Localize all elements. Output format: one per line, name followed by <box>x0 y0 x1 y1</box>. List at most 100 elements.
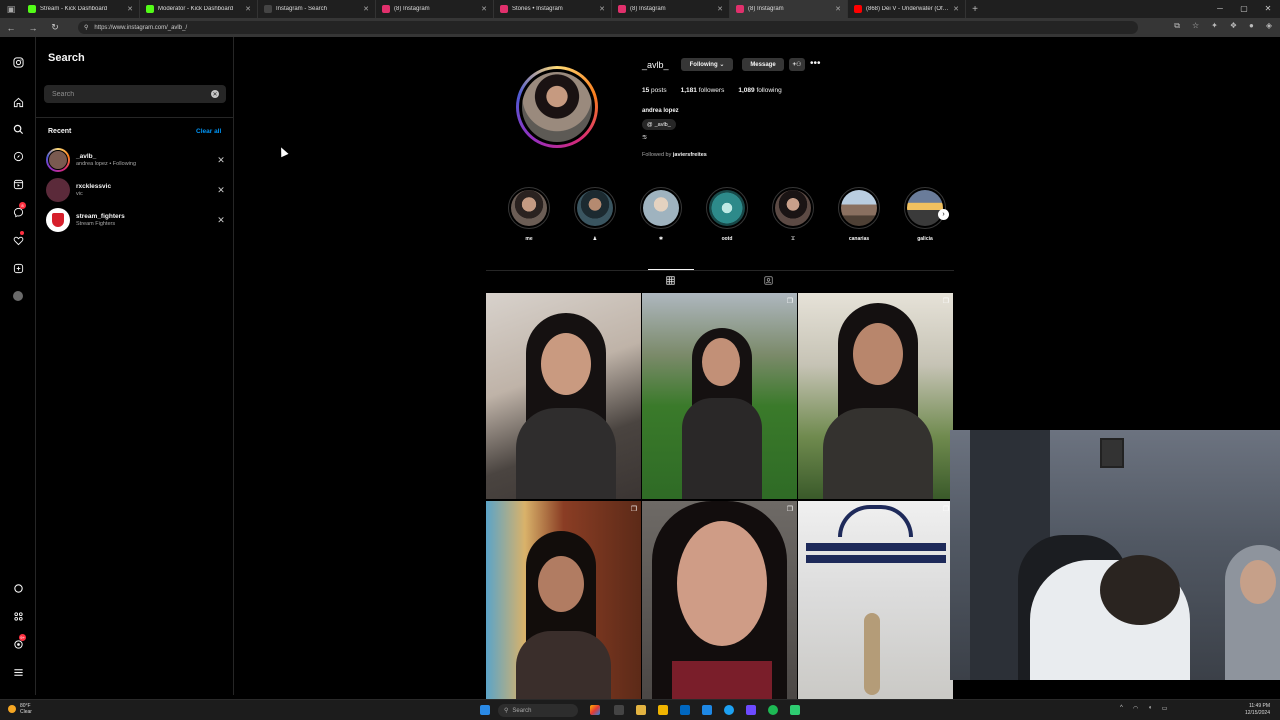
extensions-icon[interactable]: ✦ <box>1211 21 1218 31</box>
store-icon[interactable] <box>680 705 690 715</box>
browser-tab-bar: ▣ Stream - Kick Dashboard ✕ Moderator - Ki… <box>0 0 1280 18</box>
recent-item[interactable]: _avlb_ andrea lopez • Following ✕ <box>46 146 226 174</box>
forward-icon[interactable]: → <box>22 23 44 33</box>
app-icon[interactable] <box>702 705 712 715</box>
messages-icon[interactable]: 8 <box>11 202 26 219</box>
tab-close-icon[interactable]: ✕ <box>953 5 959 13</box>
suggest-people-icon[interactable]: +⚇ <box>789 58 805 71</box>
spotify-icon[interactable] <box>768 705 778 715</box>
profile-full-name: andrea lopez <box>642 108 679 114</box>
start-icon[interactable] <box>480 705 490 715</box>
profile-avatar-icon[interactable]: ● <box>1249 21 1254 31</box>
file-explorer-icon[interactable] <box>636 705 646 715</box>
browser-tab[interactable]: (8) Instagram ✕ <box>730 0 848 18</box>
highlights-next-icon[interactable]: › <box>938 209 949 220</box>
meta-notification-icon[interactable]: 9+ <box>11 634 26 651</box>
wifi-icon[interactable]: ◠ <box>1133 705 1138 712</box>
browser-tab[interactable]: (8) Instagram ✕ <box>376 0 494 18</box>
create-icon[interactable] <box>11 261 25 275</box>
tab-close-icon[interactable]: ✕ <box>481 5 487 13</box>
taskbar-search-label: Search <box>512 707 532 714</box>
bookmark-star-icon[interactable]: ☆ <box>1192 21 1199 31</box>
url-field[interactable]: ⚲ https://www.instagram.com/_avlb_/ <box>78 21 1138 34</box>
message-button[interactable]: Message <box>742 58 784 71</box>
tagged-tab-icon[interactable] <box>764 276 773 287</box>
reload-icon[interactable]: ↻ <box>44 22 66 33</box>
threads-icon[interactable] <box>11 581 25 595</box>
close-window-icon[interactable]: ✕ <box>1256 0 1280 18</box>
app-icon[interactable] <box>746 705 756 715</box>
posts-grid-tab-icon[interactable] <box>666 276 675 287</box>
tab-close-icon[interactable]: ✕ <box>599 5 605 13</box>
weather-widget[interactable]: 80°F Clear <box>8 703 32 715</box>
open-in-app-icon[interactable]: ⧉ <box>1174 21 1180 31</box>
remove-recent-icon[interactable]: ✕ <box>216 185 226 196</box>
battery-icon[interactable]: ▭ <box>1162 705 1168 712</box>
task-view-icon[interactable] <box>614 705 624 715</box>
following-button[interactable]: Following ⌄ <box>681 58 733 71</box>
browser-tab[interactable]: (868) Dei V - Underwater (Offici ✕ <box>848 0 966 18</box>
browser-tab[interactable]: Instagram - Search ✕ <box>258 0 376 18</box>
post-thumbnail[interactable]: ❐ <box>798 501 953 707</box>
story-highlight[interactable]: ♊ <box>772 187 814 242</box>
remove-recent-icon[interactable]: ✕ <box>216 215 226 226</box>
search-icon[interactable] <box>11 122 25 136</box>
clock[interactable]: 11:49 PM 12/15/2024 <box>1245 703 1270 717</box>
tab-actions-icon[interactable]: ▣ <box>0 0 22 18</box>
browser-tab[interactable]: Stories • Instagram ✕ <box>494 0 612 18</box>
threads-badge[interactable]: @ _avlb_ <box>642 119 676 130</box>
remove-recent-icon[interactable]: ✕ <box>216 155 226 166</box>
following-stat[interactable]: 1,089 following <box>738 87 781 94</box>
tab-close-icon[interactable]: ✕ <box>717 5 723 13</box>
post-thumbnail[interactable] <box>486 293 641 499</box>
reels-icon[interactable] <box>11 177 25 191</box>
home-icon[interactable] <box>11 95 25 109</box>
profile-icon[interactable] <box>11 289 25 303</box>
site-info-icon[interactable]: ⚲ <box>84 24 88 31</box>
maximize-icon[interactable]: ▢ <box>1232 0 1256 18</box>
taskbar-search[interactable]: ⚲ Search <box>498 704 578 717</box>
recent-item[interactable]: stream_fighters Stream Fighters ✕ <box>46 206 226 234</box>
explore-icon[interactable] <box>11 149 25 163</box>
tab-close-icon[interactable]: ✕ <box>363 5 369 13</box>
app-icon[interactable] <box>790 705 800 715</box>
profile-avatar[interactable] <box>516 66 598 148</box>
story-highlight[interactable]: canarias <box>838 187 880 242</box>
tab-close-icon[interactable]: ✕ <box>245 5 251 13</box>
instagram-icon[interactable] <box>11 55 25 69</box>
recent-item[interactable]: rxcklessvic vic ✕ <box>46 176 226 204</box>
clear-search-icon[interactable]: ✕ <box>211 90 219 98</box>
story-highlight[interactable]: ootd <box>706 187 748 242</box>
post-thumbnail[interactable]: ❐ <box>642 293 797 499</box>
browser-tab[interactable]: Stream - Kick Dashboard ✕ <box>22 0 140 18</box>
story-highlight[interactable]: me <box>508 187 550 242</box>
copilot-taskbar-icon[interactable] <box>590 705 600 715</box>
following-label: following <box>756 87 782 94</box>
more-icon[interactable] <box>11 665 25 679</box>
post-thumbnail[interactable]: ❐ <box>486 501 641 707</box>
copilot-icon[interactable]: ◈ <box>1266 21 1272 31</box>
notifications-icon[interactable] <box>11 231 25 247</box>
edge-icon[interactable] <box>724 705 734 715</box>
browser-tab[interactable]: (8) Instagram ✕ <box>612 0 730 18</box>
folder-icon[interactable] <box>658 705 668 715</box>
tray-chevron-icon[interactable]: ^ <box>1120 705 1123 712</box>
volume-icon[interactable]: ◖ <box>1148 705 1152 712</box>
search-input[interactable] <box>44 85 226 103</box>
tab-close-icon[interactable]: ✕ <box>127 5 133 13</box>
browser-tab[interactable]: Moderator - Kick Dashboard ✕ <box>140 0 258 18</box>
new-tab-button[interactable]: + <box>966 4 984 15</box>
tab-close-icon[interactable]: ✕ <box>835 5 841 13</box>
back-icon[interactable]: ← <box>0 23 22 33</box>
followed-by[interactable]: Followed by javiersfreites <box>642 152 707 158</box>
clear-all-button[interactable]: Clear all <box>196 128 221 135</box>
minimize-icon[interactable]: ─ <box>1208 0 1232 18</box>
story-highlight[interactable]: ♟ <box>574 187 616 242</box>
post-thumbnail[interactable]: ❐ <box>798 293 953 499</box>
more-options-icon[interactable]: ••• <box>810 58 821 70</box>
also-from-meta-icon[interactable] <box>11 609 25 623</box>
story-highlight[interactable]: ✱ <box>640 187 682 242</box>
post-thumbnail[interactable]: ❐ <box>642 501 797 707</box>
followers-stat[interactable]: 1,181 followers <box>681 87 725 94</box>
favorites-icon[interactable]: ❖ <box>1230 21 1237 31</box>
